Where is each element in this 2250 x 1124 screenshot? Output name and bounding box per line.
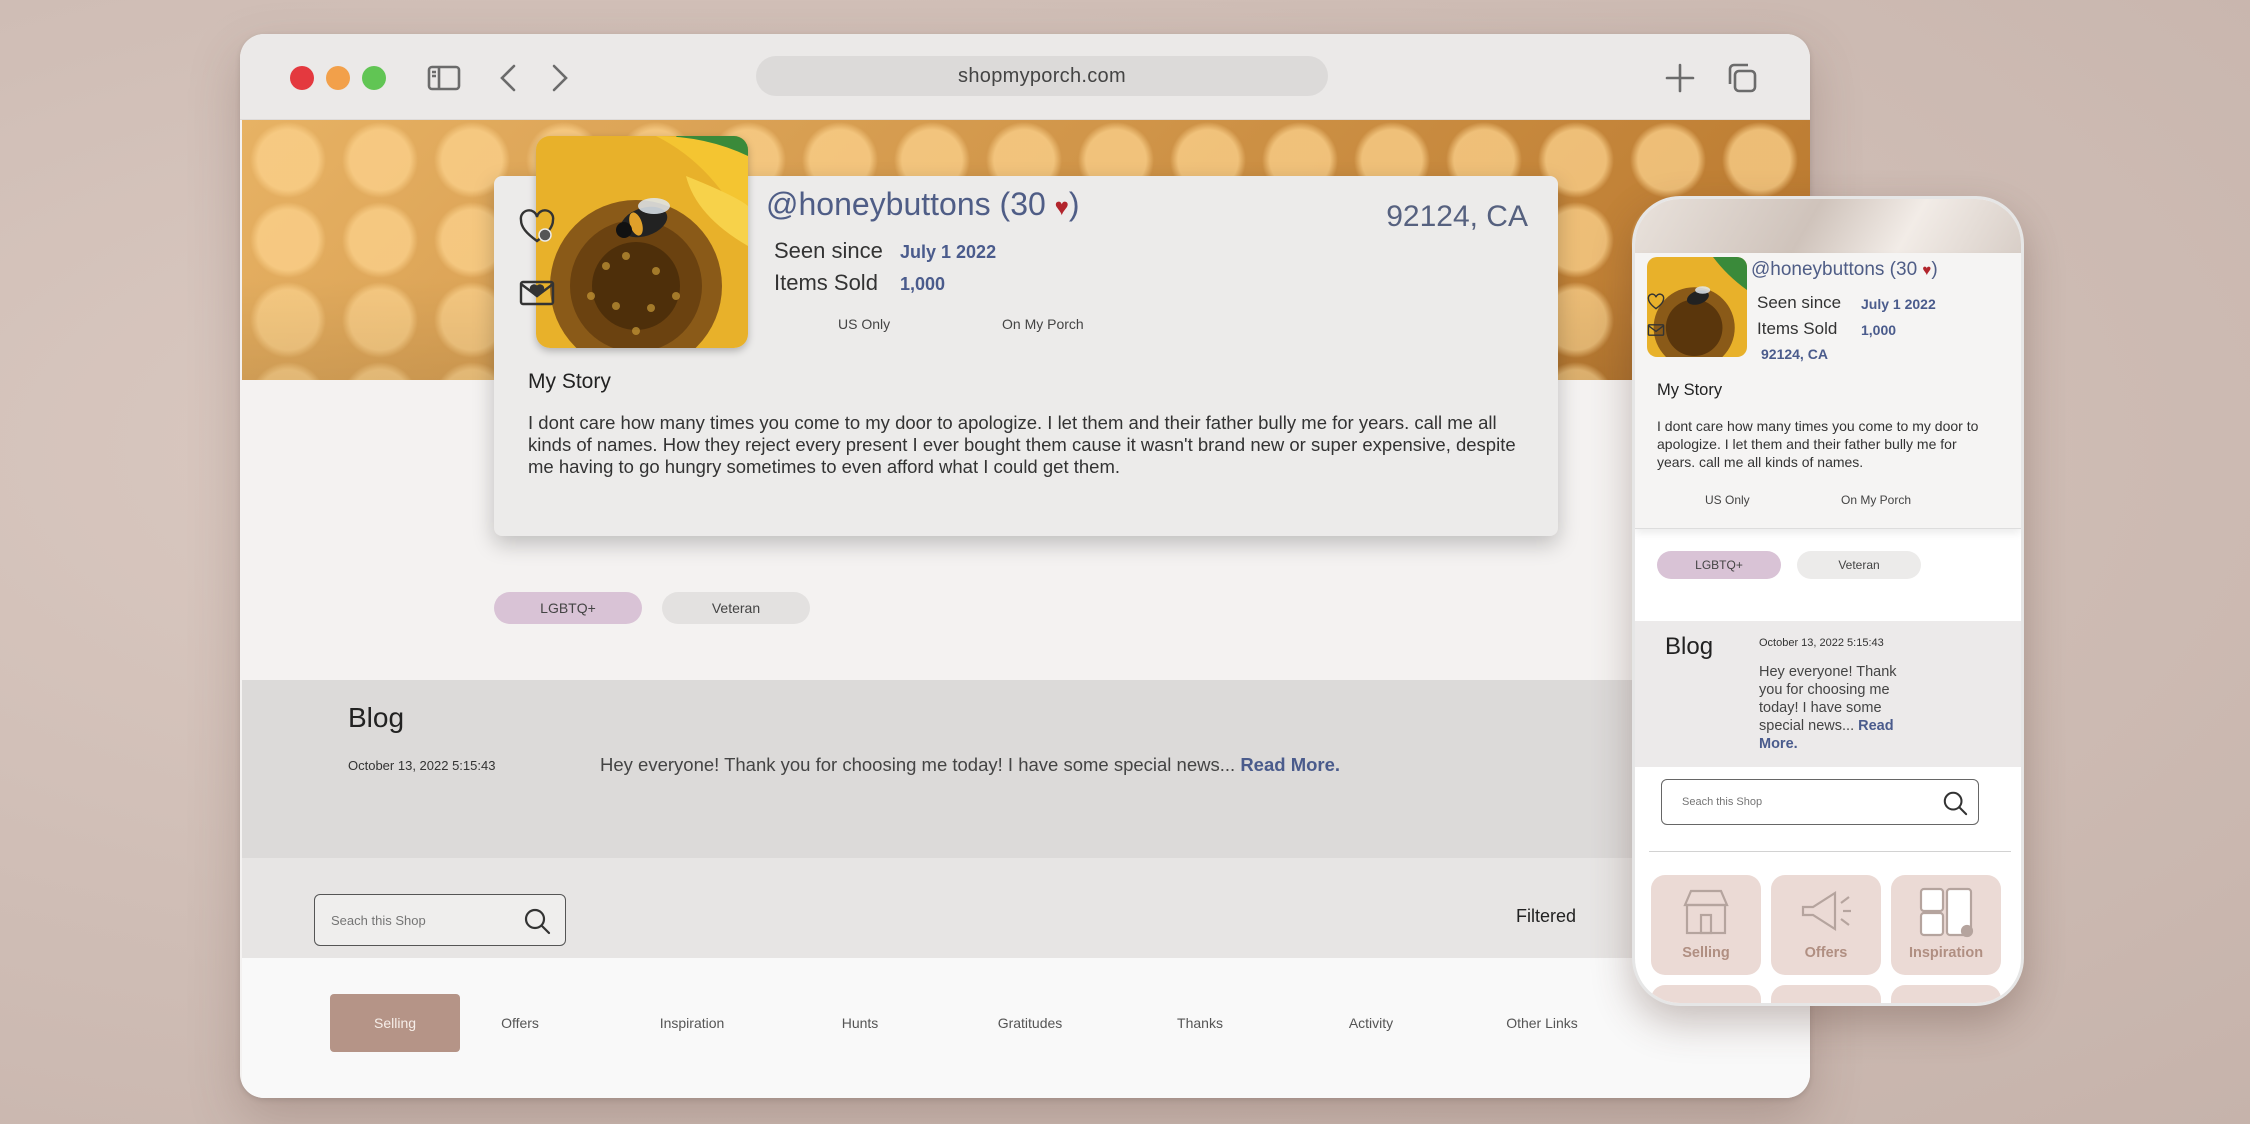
shop-search-bar: Filtered <box>242 858 1810 958</box>
read-more-link[interactable]: Read More. <box>1240 754 1340 775</box>
pickup-info: On My Porch <box>1002 316 1084 332</box>
mobile-blog-excerpt: Hey everyone! Thank you for choosing me … <box>1759 663 1919 753</box>
search-icon[interactable] <box>523 907 551 935</box>
mobile-blog-date: October 13, 2022 5:15:43 <box>1759 637 1884 649</box>
favorite-heart-icon[interactable] <box>1647 293 1665 311</box>
blog-excerpt: Hey everyone! Thank you for choosing me … <box>600 754 1340 776</box>
mobile-tile-offers[interactable]: Offers <box>1771 875 1881 975</box>
close-window-button[interactable] <box>290 66 314 90</box>
mobile-username[interactable]: @honeybuttons <box>1751 259 1884 280</box>
items-sold-label: Items Sold <box>774 270 878 295</box>
shop-search-input[interactable] <box>331 907 511 933</box>
tab-selling[interactable]: Selling <box>330 994 460 1052</box>
maximize-window-button[interactable] <box>362 66 386 90</box>
tab-gratitudes[interactable]: Gratitudes <box>980 994 1080 1052</box>
mobile-tile-inspiration-label: Inspiration <box>1908 945 1984 961</box>
mobile-search-box[interactable] <box>1661 779 1979 825</box>
mobile-tile-selling[interactable]: Selling <box>1651 875 1761 975</box>
minimize-window-button[interactable] <box>326 66 350 90</box>
heart-icon: ♥ <box>1922 262 1932 279</box>
mobile-likes-count: 30 <box>1896 259 1918 280</box>
mobile-tile-selling-label: Selling <box>1682 945 1730 961</box>
heart-icon: ♥ <box>1054 194 1069 221</box>
blog-excerpt-text: Hey everyone! Thank you for choosing me … <box>600 754 1236 775</box>
browser-chrome: shopmyporch.com <box>240 34 1810 120</box>
mobile-tile-peek[interactable] <box>1891 985 2001 1003</box>
mobile-profile-card: @honeybuttons (30 ♥) Seen since July 1 2… <box>1635 253 2021 529</box>
shop-tabs: Selling Offers Inspiration Hunts Gratitu… <box>242 958 1810 1098</box>
sidebar-toggle-icon[interactable] <box>426 60 462 96</box>
mobile-items-sold-value: 1,000 <box>1861 322 1897 338</box>
message-envelope-icon[interactable] <box>518 274 556 312</box>
board-icon <box>1919 887 1974 938</box>
shipping-info: US Only <box>838 316 891 332</box>
location: 92124, CA <box>1386 200 1528 233</box>
blog-section: Blog October 13, 2022 5:15:43 Hey everyo… <box>242 680 1810 858</box>
forward-arrow-icon[interactable] <box>540 60 576 96</box>
tab-other-links[interactable]: Other Links <box>1492 994 1592 1052</box>
mobile-pickup-info: On My Porch <box>1841 493 1912 507</box>
tag-lgbtq[interactable]: LGBTQ+ <box>494 592 642 624</box>
username[interactable]: @honeybuttons <box>766 186 991 222</box>
mobile-tile-peek[interactable] <box>1771 985 1881 1003</box>
message-envelope-icon[interactable] <box>1647 321 1665 339</box>
browser-window: shopmyporch.com @honeybuttons (30 ♥) 921… <box>240 34 1810 1098</box>
filtered-label[interactable]: Filtered <box>1516 906 1576 927</box>
storefront-icon <box>1683 889 1729 935</box>
favorite-heart-icon[interactable] <box>518 208 556 246</box>
story-text: I dont care how many times you come to m… <box>528 412 1516 477</box>
avatar[interactable] <box>536 136 748 348</box>
tab-offers[interactable]: Offers <box>480 994 560 1052</box>
back-arrow-icon[interactable] <box>492 60 528 96</box>
sunflower-bee-image <box>536 136 748 348</box>
megaphone-icon <box>1801 890 1851 932</box>
tab-overview-icon[interactable] <box>1724 60 1760 96</box>
blog-title: Blog <box>348 702 405 733</box>
tab-thanks[interactable]: Thanks <box>1160 994 1240 1052</box>
tag-veteran[interactable]: Veteran <box>662 592 810 624</box>
profile-page: @honeybuttons (30 ♥) 92124, CA Seen sinc… <box>240 120 1810 1098</box>
divider <box>1649 851 2011 852</box>
tab-activity[interactable]: Activity <box>1326 994 1416 1052</box>
mobile-items-sold-label: Items Sold <box>1757 319 1838 338</box>
address-bar[interactable]: shopmyporch.com <box>756 56 1328 96</box>
mobile-blog-section: Blog October 13, 2022 5:15:43 Hey everyo… <box>1635 621 2021 767</box>
items-sold-value: 1,000 <box>900 274 946 294</box>
mobile-tag-veteran[interactable]: Veteran <box>1797 551 1921 579</box>
search-icon[interactable] <box>1942 790 1968 816</box>
mobile-shipping-info: US Only <box>1705 493 1750 507</box>
seen-since-label: Seen since <box>774 238 883 263</box>
mobile-location: 92124, CA <box>1761 346 1828 362</box>
mobile-banner <box>1635 199 2021 253</box>
profile-handle-row: @honeybuttons (30 ♥) <box>766 186 1080 222</box>
blog-date: October 13, 2022 5:15:43 <box>348 758 496 773</box>
mobile-seen-since-label: Seen since <box>1757 293 1842 312</box>
profile-card: @honeybuttons (30 ♥) 92124, CA Seen sinc… <box>494 136 1558 536</box>
story-title: My Story <box>528 370 611 393</box>
mobile-seen-since-value: July 1 2022 <box>1861 296 1936 312</box>
mobile-handle-row: @honeybuttons (30 ♥) <box>1751 259 1938 280</box>
mobile-blog-title: Blog <box>1665 633 1714 660</box>
mobile-tile-offers-label: Offers <box>1804 945 1848 961</box>
shop-search-box[interactable] <box>314 894 566 946</box>
mobile-story-title: My Story <box>1657 381 1723 399</box>
mobile-tile-peek[interactable] <box>1651 985 1761 1003</box>
likes-count: 30 <box>1010 186 1046 222</box>
new-tab-icon[interactable] <box>1662 60 1698 96</box>
seen-since-value: July 1 2022 <box>900 242 997 262</box>
tab-hunts[interactable]: Hunts <box>820 994 900 1052</box>
mobile-tag-lgbtq[interactable]: LGBTQ+ <box>1657 551 1781 579</box>
mobile-tile-inspiration[interactable]: Inspiration <box>1891 875 2001 975</box>
mobile-story-text: I dont care how many times you come to m… <box>1657 418 1979 470</box>
tab-inspiration[interactable]: Inspiration <box>642 994 742 1052</box>
mobile-preview: @honeybuttons (30 ♥) Seen since July 1 2… <box>1632 196 2024 1006</box>
mobile-search-input[interactable] <box>1682 790 1922 814</box>
